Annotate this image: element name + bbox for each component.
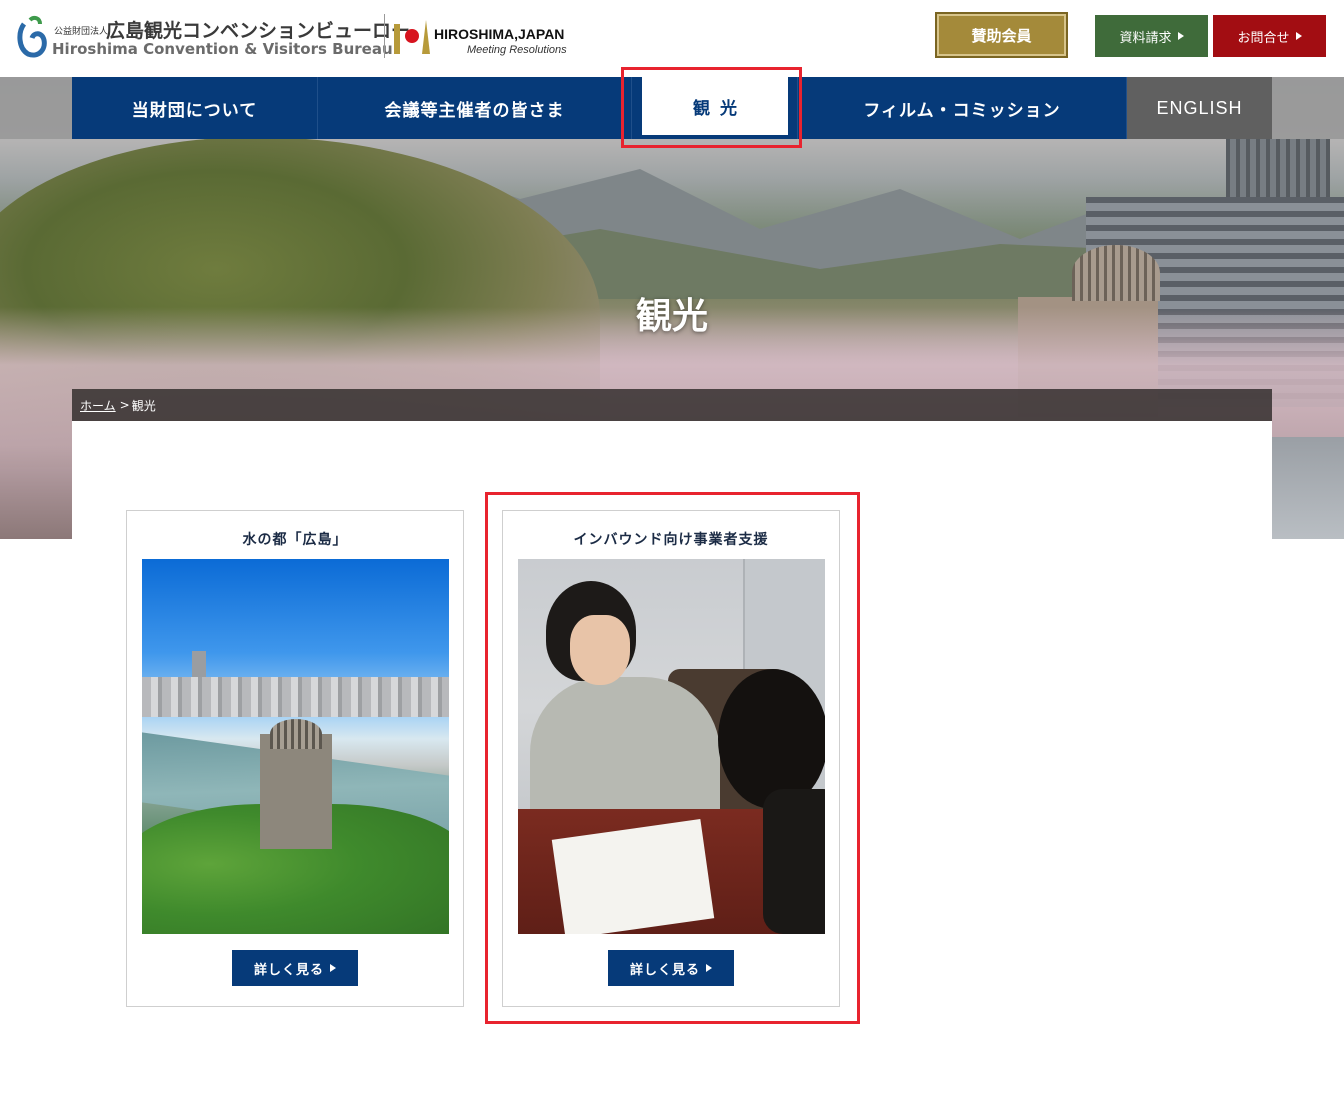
logo-divider bbox=[384, 14, 385, 58]
image-second-person-head bbox=[718, 669, 825, 809]
nav-item-film-commission[interactable]: フィルム・コミッション bbox=[798, 77, 1127, 139]
partner-title: HIROSHIMA,JAPAN bbox=[434, 26, 565, 42]
partner-subtitle: Meeting Resolutions bbox=[467, 44, 567, 56]
nav-item-label: 会議等主催者の皆さま bbox=[384, 100, 565, 121]
nav-item-about[interactable]: 当財団について bbox=[72, 77, 318, 139]
nav-item-label: フィルム・コミッション bbox=[863, 100, 1061, 121]
breadcrumb: ホーム > 観光 bbox=[72, 389, 1272, 421]
details-button[interactable]: 詳しく見る bbox=[608, 950, 734, 986]
org-name-en[interactable]: Hiroshima Convention & Visitors Bureau bbox=[52, 40, 393, 58]
sponsor-member-button[interactable]: 賛助会員 bbox=[935, 12, 1068, 58]
triangle-right-icon bbox=[1295, 32, 1302, 40]
image-skyline bbox=[142, 677, 449, 717]
card-water-city: 水の都「広島」 詳しく見る bbox=[126, 510, 464, 1007]
image-person-face bbox=[570, 615, 630, 685]
details-button-label: 詳しく見る bbox=[629, 962, 700, 978]
image-second-person-body bbox=[763, 789, 825, 934]
breadcrumb-home-link[interactable]: ホーム bbox=[80, 397, 116, 414]
org-type-label: 公益財団法人 bbox=[54, 27, 109, 37]
contact-button[interactable]: お問合せ bbox=[1213, 15, 1326, 57]
triangle-right-icon bbox=[1177, 32, 1184, 40]
main-nav: 当財団について 会議等主催者の皆さま 観光 フィルム・コミッション ENGLIS… bbox=[72, 77, 1272, 139]
hiroshima-japan-logo-icon[interactable] bbox=[392, 16, 432, 56]
image-dome-top bbox=[270, 719, 322, 749]
site-header: 公益財団法人 広島観光コンベンションビューロー Hiroshima Conven… bbox=[0, 0, 1344, 77]
nav-item-label: ENGLISH bbox=[1156, 97, 1243, 118]
page-title: 観光 bbox=[635, 296, 708, 337]
triangle-right-icon bbox=[706, 964, 712, 972]
business-meeting-image[interactable] bbox=[518, 559, 825, 934]
card-title[interactable]: インバウンド向け事業者支援 bbox=[503, 529, 839, 549]
sponsor-member-label: 賛助会員 bbox=[971, 26, 1032, 45]
nav-item-label: 観光 bbox=[693, 98, 747, 119]
breadcrumb-current: 観光 bbox=[131, 398, 156, 413]
nav-item-label: 当財団について bbox=[131, 100, 258, 121]
details-button-label: 詳しく見る bbox=[253, 962, 324, 978]
hero-river bbox=[1272, 437, 1344, 539]
nav-item-active-indicator: 観光 bbox=[642, 77, 788, 139]
request-documents-button[interactable]: 資料請求 bbox=[1095, 15, 1208, 57]
image-dome-body bbox=[260, 734, 332, 849]
details-button[interactable]: 詳しく見る bbox=[232, 950, 358, 986]
contact-label: お問合せ bbox=[1237, 30, 1290, 46]
triangle-right-icon bbox=[330, 964, 336, 972]
image-paper bbox=[551, 819, 715, 934]
nav-item-organizers[interactable]: 会議等主催者の皆さま bbox=[318, 77, 632, 139]
nav-item-english[interactable]: ENGLISH bbox=[1127, 77, 1272, 139]
bureau-logo-icon[interactable] bbox=[16, 14, 48, 58]
card-title[interactable]: 水の都「広島」 bbox=[127, 529, 463, 549]
nav-item-tourism[interactable]: 観光 bbox=[632, 77, 798, 139]
org-name-jp[interactable]: 広島観光コンベンションビューロー bbox=[106, 16, 410, 43]
request-documents-label: 資料請求 bbox=[1119, 30, 1172, 46]
breadcrumb-separator: > bbox=[119, 398, 130, 412]
hiroshima-city-image[interactable] bbox=[142, 559, 449, 934]
card-inbound-support: インバウンド向け事業者支援 詳しく見る bbox=[502, 510, 840, 1007]
